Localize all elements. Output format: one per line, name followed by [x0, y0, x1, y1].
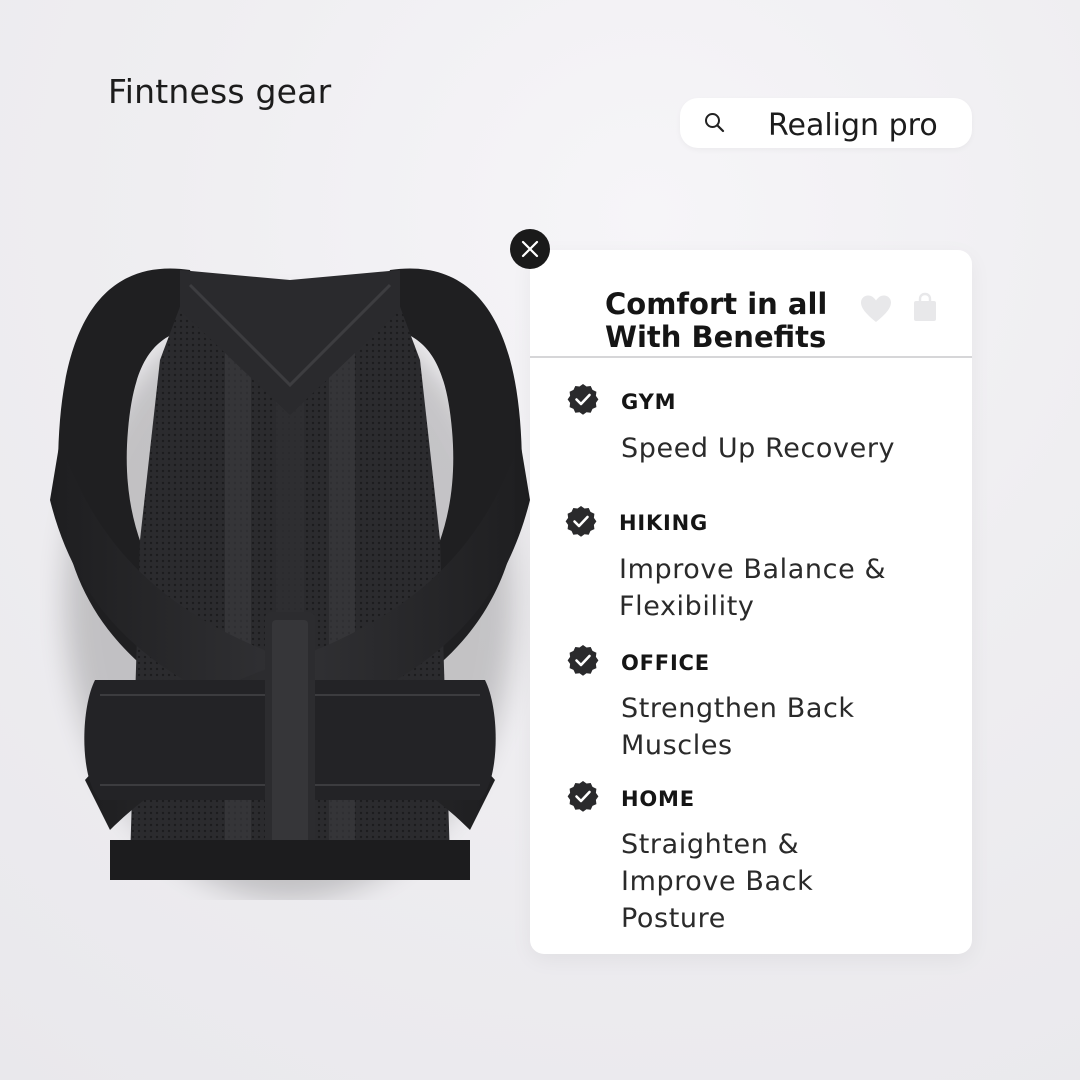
close-button[interactable] [510, 229, 550, 269]
benefit-label: HOME [621, 787, 695, 811]
card-title-line-2: With Benefits [605, 320, 827, 354]
check-circle-icon [567, 781, 599, 812]
posture-corrector-image [50, 268, 530, 900]
benefits-card: Comfort in all With Benefits GYM Speed U… [530, 250, 972, 954]
benefit-label: GYM [621, 390, 677, 414]
shopping-bag-icon[interactable] [913, 292, 937, 322]
check-circle-icon [565, 506, 597, 537]
heart-icon[interactable] [860, 294, 892, 324]
benefit-label: OFFICE [621, 651, 710, 675]
benefit-description: Improve Balance & Flexibility [619, 554, 887, 622]
search-icon [705, 113, 725, 133]
card-title-line-1: Comfort in all [605, 287, 828, 321]
benefit-description: Straighten & Improve Back Posture [621, 829, 814, 934]
card-header: Comfort in all With Benefits [530, 250, 972, 358]
search-bar[interactable]: Realign pro [680, 98, 972, 148]
benefit-description: Speed Up Recovery [621, 433, 896, 464]
search-input-value[interactable]: Realign pro [768, 108, 938, 143]
brand-title: Fintness gear [108, 72, 332, 111]
check-circle-icon [567, 645, 599, 676]
benefit-label: HIKING [619, 511, 709, 535]
close-icon [521, 240, 539, 258]
card-title: Comfort in all With Benefits [605, 288, 865, 354]
check-circle-icon [567, 384, 599, 415]
benefit-description: Strengthen Back Muscles [621, 693, 855, 761]
